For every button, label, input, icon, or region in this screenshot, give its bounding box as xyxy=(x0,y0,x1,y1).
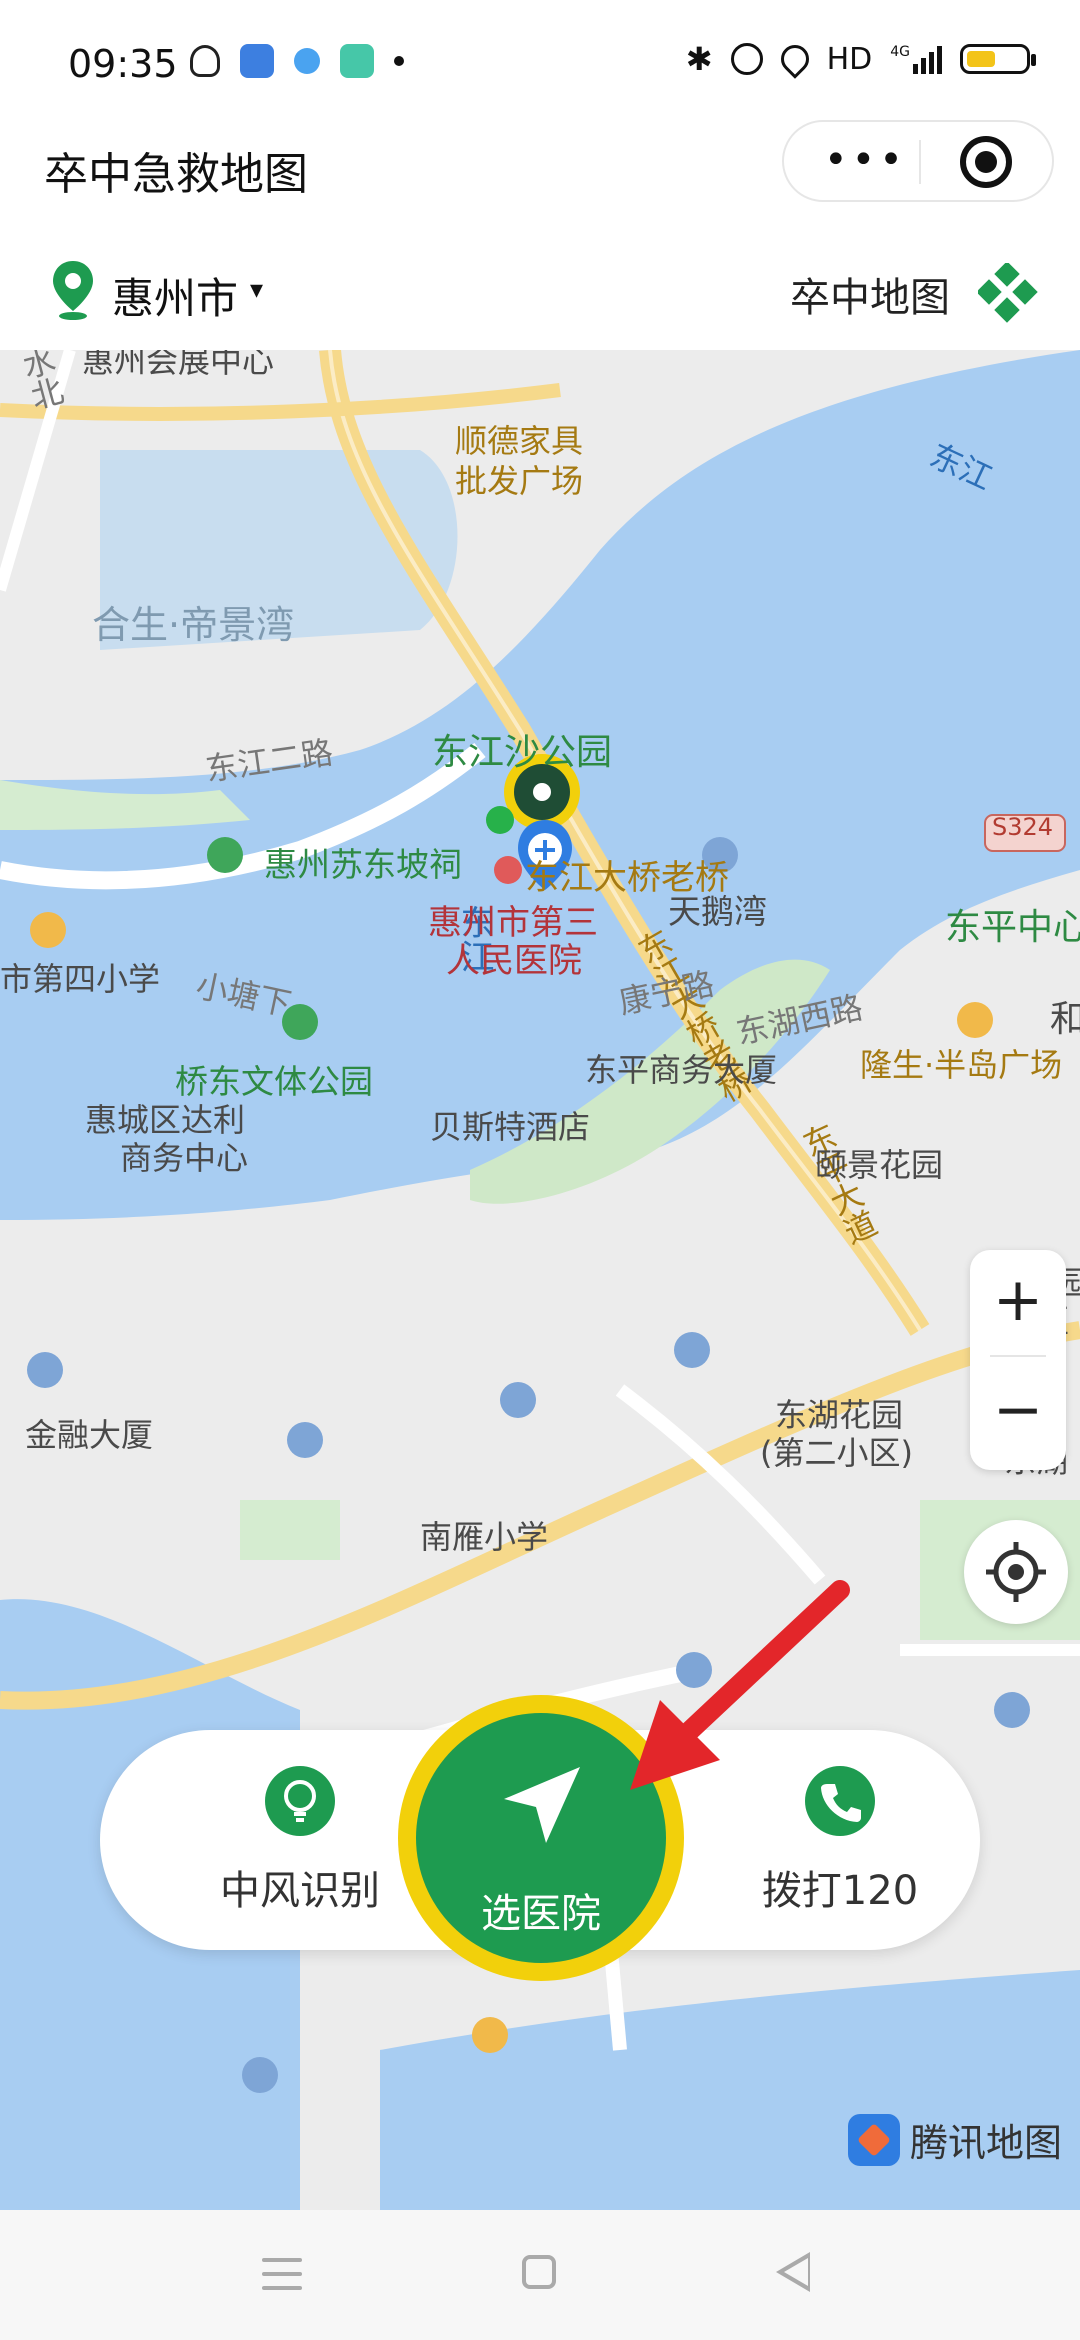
tencent-map-logo: 腾讯地图 xyxy=(848,2112,1062,2167)
app-circle-icon xyxy=(294,48,320,74)
city-selector[interactable]: 惠州市 xyxy=(112,265,238,326)
location-pin-icon xyxy=(53,261,93,320)
map-label: 颐景花园 xyxy=(815,1146,944,1184)
app-blue-icon xyxy=(240,44,274,78)
status-bar: 09:35 ✱ HD 4G xyxy=(0,0,1080,130)
title-bar: 卒中急救地图 ••• xyxy=(0,120,1080,230)
map-label: 东江沙公园 xyxy=(432,732,613,773)
map-label: 市第四小学 xyxy=(0,960,161,998)
brand-name: 卒中地图 xyxy=(790,275,950,321)
page-title: 卒中急救地图 xyxy=(44,149,308,200)
map-label: 惠州苏东坡祠 xyxy=(264,845,462,884)
map-label: 南雁小学 xyxy=(420,1518,549,1556)
tencent-map-icon xyxy=(848,2113,900,2166)
locate-me-button[interactable] xyxy=(964,1520,1068,1624)
map-label: (第二小区) xyxy=(760,1434,913,1472)
menu-icon[interactable] xyxy=(262,2258,302,2292)
signal-label: 4G xyxy=(890,44,910,60)
system-nav-bar xyxy=(0,2210,1080,2340)
map-label: 东平商务大厦 xyxy=(585,1051,778,1089)
notification-icons xyxy=(190,44,404,78)
alarm-icon xyxy=(730,43,763,75)
more-button[interactable]: ••• xyxy=(824,140,907,180)
map-label: 和 xyxy=(1050,999,1080,1040)
road-badge: S324 xyxy=(992,813,1054,841)
choose-hospital-label: 选医院 xyxy=(481,1891,601,1937)
map-provider: 腾讯地图 xyxy=(910,2121,1063,2165)
map-label: 东平中心 xyxy=(945,907,1080,948)
map-label: 贝斯特酒店 xyxy=(430,1108,591,1146)
brand-logo-icon xyxy=(978,263,1038,323)
location-bar: 惠州市 ▾ 卒中地图 xyxy=(0,235,1080,351)
miniprogram-capsule: ••• xyxy=(782,120,1054,202)
location-icon xyxy=(774,39,815,79)
crosshair-icon xyxy=(986,1542,1046,1602)
zoom-in-button[interactable]: + xyxy=(970,1250,1066,1350)
close-miniprogram-button[interactable] xyxy=(960,136,1012,188)
zoom-divider xyxy=(990,1355,1046,1357)
annotation-arrow xyxy=(630,1580,850,1790)
status-time: 09:35 xyxy=(68,42,178,86)
bluetooth-icon: ✱ xyxy=(685,40,713,78)
stroke-identify-button[interactable]: 中风识别 xyxy=(190,1766,410,1916)
network-type: HD xyxy=(826,41,873,77)
map-label: 惠州会展中心 xyxy=(82,350,275,380)
map-label: 隆生·半岛广场 xyxy=(860,1046,1063,1084)
app-teal-icon xyxy=(340,44,374,78)
signal-icon: 4G xyxy=(890,44,942,74)
map-label: 商务中心 xyxy=(120,1139,249,1177)
back-icon[interactable] xyxy=(776,2252,810,2292)
shield-icon xyxy=(190,45,220,77)
capsule-divider xyxy=(919,140,921,184)
battery-icon xyxy=(960,44,1036,74)
lightbulb-icon xyxy=(265,1766,335,1836)
stroke-identify-label: 中风识别 xyxy=(220,1868,380,1914)
map-label: 天鹅湾 xyxy=(668,892,767,931)
map-label: 人民医院 xyxy=(446,941,582,981)
chevron-down-icon[interactable]: ▾ xyxy=(250,275,263,305)
zoom-control: + − xyxy=(970,1250,1066,1470)
map-label: 批发广场 xyxy=(455,462,584,500)
zoom-out-button[interactable]: − xyxy=(970,1360,1066,1460)
home-icon[interactable] xyxy=(522,2255,556,2289)
map-label: 金融大厦 xyxy=(25,1416,154,1454)
call-120-label: 拨打120 xyxy=(761,1868,919,1914)
map-label: 合生·帝景湾 xyxy=(92,603,295,647)
navigation-arrow-icon xyxy=(504,1767,580,1843)
dot-icon xyxy=(394,56,404,66)
status-right: ✱ HD 4G xyxy=(685,39,1036,79)
